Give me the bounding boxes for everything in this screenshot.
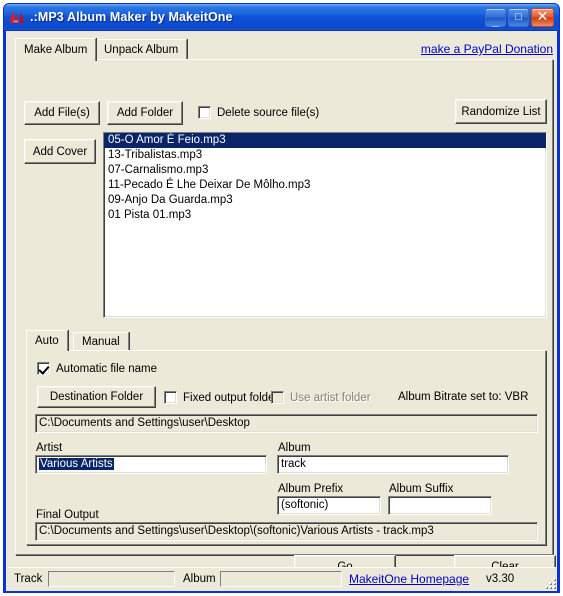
fixed-output-folder-box: [164, 391, 177, 404]
application-window: .:MP3 Album Maker by MakeitOne _ □ ✕ Mak…: [3, 3, 560, 593]
album-progress-field: [220, 571, 342, 587]
file-list-item[interactable]: 07-Carnalismo.mp3: [104, 163, 546, 178]
album-input[interactable]: track: [277, 455, 509, 474]
delete-source-files-box: [198, 106, 211, 119]
album-suffix-input[interactable]: [388, 496, 492, 515]
album-bitrate-label: Album Bitrate set to: VBR: [398, 391, 529, 403]
file-list-item[interactable]: 05-O Amor É Feio.mp3: [104, 133, 546, 148]
delete-source-files-label: Delete source file(s): [217, 106, 320, 119]
tab-make-album-label: Make Album: [24, 44, 88, 56]
mode-tab-strip: Auto Manual: [26, 330, 546, 351]
delete-source-files-checkbox[interactable]: Delete source file(s): [198, 106, 319, 119]
artist-input[interactable]: Various Artists: [35, 455, 267, 474]
add-files-button[interactable]: Add File(s): [24, 101, 100, 125]
destination-path-value: C:\Documents and Settings\user\Desktop: [39, 417, 250, 429]
destination-path-field: C:\Documents and Settings\user\Desktop: [35, 414, 538, 433]
randomize-list-button[interactable]: Randomize List: [455, 99, 547, 124]
paypal-donation-link[interactable]: make a PayPal Donation: [421, 42, 553, 56]
maximize-button[interactable]: □: [508, 7, 529, 27]
artist-label: Artist: [36, 442, 63, 454]
app-logo-icon: [10, 11, 25, 23]
file-list-item[interactable]: 11-Pecado É Lhe Deixar De Môlho.mp3: [104, 178, 546, 193]
resize-grip[interactable]: [541, 574, 555, 588]
track-label: Track: [14, 573, 43, 585]
status-album-label: Album: [183, 573, 216, 585]
file-list-item[interactable]: 09-Anjo Da Guarda.mp3: [104, 193, 546, 208]
file-list-item[interactable]: 01 Pista 01.mp3: [104, 208, 546, 223]
automatic-file-name-checkbox[interactable]: Automatic file name: [37, 362, 157, 375]
album-prefix-value: (softonic): [281, 499, 329, 511]
main-tab-strip: Make Album Unpack Album make a PayPal Do…: [15, 38, 553, 61]
add-files-label: Add File(s): [34, 107, 90, 119]
final-output-value: C:\Documents and Settings\user\Desktop\(…: [39, 525, 434, 537]
album-suffix-label: Album Suffix: [389, 483, 454, 495]
use-artist-folder-label: Use artist folder: [290, 391, 371, 404]
randomize-list-label: Randomize List: [461, 105, 541, 118]
album-value: track: [281, 458, 306, 470]
close-button[interactable]: ✕: [531, 7, 554, 27]
automatic-file-name-box: [37, 362, 50, 375]
use-artist-folder-checkbox: Use artist folder: [271, 391, 371, 404]
add-folder-label: Add Folder: [116, 107, 174, 119]
fixed-output-folder-checkbox[interactable]: Fixed output folder: [164, 391, 278, 404]
tab-unpack-album-label: Unpack Album: [104, 44, 179, 56]
makeitone-homepage-link[interactable]: MakeitOne Homepage: [349, 572, 469, 586]
add-cover-label: Add Cover: [32, 145, 88, 158]
status-bar: Track Album MakeitOne Homepage v3.30: [8, 567, 557, 589]
file-list-item[interactable]: 13-Tribalistas.mp3: [104, 148, 546, 163]
window-title: .:MP3 Album Maker by MakeitOne: [30, 10, 233, 24]
final-output-label: Final Output: [36, 509, 99, 521]
tab-make-album[interactable]: Make Album: [15, 38, 97, 61]
file-listbox[interactable]: 05-O Amor É Feio.mp3 13-Tribalistas.mp3 07…: [103, 132, 547, 318]
track-progress-field: [48, 571, 175, 587]
tab-manual-label: Manual: [82, 336, 120, 348]
close-icon: ✕: [536, 8, 549, 25]
tab-manual[interactable]: Manual: [73, 332, 129, 351]
add-cover-button[interactable]: Add Cover: [24, 139, 96, 164]
minimize-icon: _: [491, 12, 500, 28]
automatic-file-name-label: Automatic file name: [56, 362, 157, 375]
use-artist-folder-box: [271, 391, 284, 404]
final-output-field: C:\Documents and Settings\user\Desktop\(…: [35, 522, 538, 541]
tab-auto[interactable]: Auto: [26, 330, 68, 351]
destination-folder-label: Destination Folder: [49, 391, 144, 403]
tab-auto-label: Auto: [35, 335, 59, 347]
artist-value: Various Artists: [39, 458, 114, 470]
add-folder-button[interactable]: Add Folder: [107, 101, 183, 125]
title-bar[interactable]: .:MP3 Album Maker by MakeitOne _ □ ✕: [4, 4, 559, 31]
destination-folder-button[interactable]: Destination Folder: [37, 386, 156, 408]
window-controls: _ □ ✕: [485, 7, 554, 28]
file-listbox-items: 05-O Amor É Feio.mp3 13-Tribalistas.mp3 07…: [104, 133, 546, 223]
album-prefix-label: Album Prefix: [278, 483, 344, 495]
version-label: v3.30: [486, 573, 515, 585]
maximize-icon: □: [515, 10, 522, 23]
tab-unpack-album[interactable]: Unpack Album: [95, 39, 188, 60]
client-area: Make Album Unpack Album make a PayPal Do…: [4, 31, 559, 592]
album-label: Album: [278, 442, 311, 454]
fixed-output-folder-label: Fixed output folder: [183, 391, 279, 404]
minimize-button[interactable]: _: [485, 7, 506, 28]
album-prefix-input[interactable]: (softonic): [277, 496, 381, 515]
